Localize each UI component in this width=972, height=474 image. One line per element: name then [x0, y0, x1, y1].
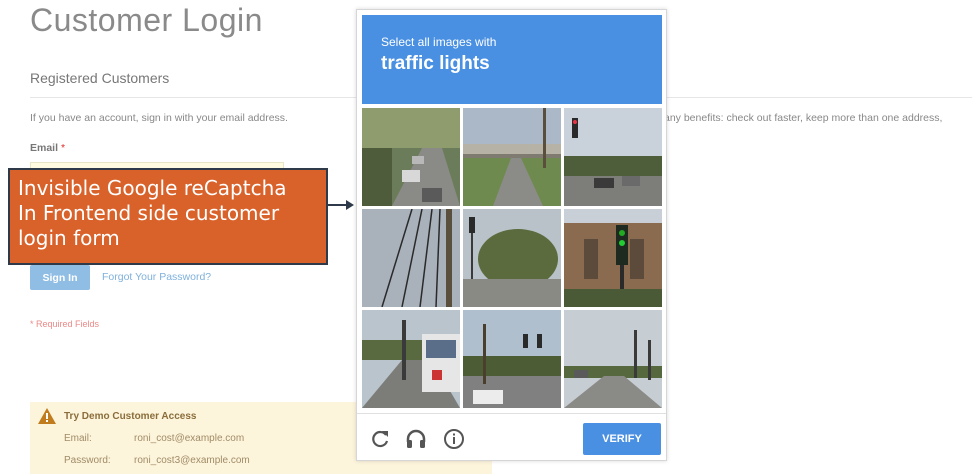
sign-in-button[interactable]: Sign In [30, 265, 90, 290]
email-label-text: Email [30, 142, 59, 154]
demo-password-value: roni_cost3@example.com [134, 455, 250, 466]
forgot-password-link[interactable]: Forgot Your Password? [102, 271, 211, 283]
required-fields-note: * Required Fields [30, 319, 100, 329]
image-tile[interactable] [564, 310, 662, 408]
intro-text-new-customers: any benefits: check out faster, keep mor… [664, 112, 943, 124]
image-tile[interactable] [463, 209, 561, 307]
demo-password-label: Password: [64, 455, 111, 466]
image-grid [362, 108, 662, 410]
required-star: * [60, 142, 66, 154]
image-tile[interactable] [463, 310, 561, 408]
demo-email-label: Email: [64, 433, 92, 444]
demo-email-value: roni_cost@example.com [134, 433, 245, 444]
demo-title: Try Demo Customer Access [64, 411, 197, 422]
captcha-header: Select all images with traffic lights [362, 15, 662, 104]
image-tile[interactable] [362, 209, 460, 307]
image-tile[interactable] [564, 209, 662, 307]
image-tile[interactable] [362, 310, 460, 408]
verify-button[interactable]: VERIFY [583, 423, 661, 455]
email-label: Email * [30, 142, 65, 154]
warning-icon [38, 408, 56, 424]
image-tile[interactable] [564, 108, 662, 206]
page-title: Customer Login [30, 2, 263, 38]
info-icon[interactable] [443, 428, 465, 450]
image-tile[interactable] [362, 108, 460, 206]
reload-icon[interactable] [369, 428, 391, 450]
intro-text: If you have an account, sign in with you… [30, 112, 288, 124]
image-tile[interactable] [463, 108, 561, 206]
captcha-footer: VERIFY [357, 413, 666, 462]
annotation-callout: Invisible Google reCaptcha In Frontend s… [8, 168, 328, 265]
audio-icon[interactable] [405, 428, 427, 450]
recaptcha-challenge: Select all images with traffic lights VE… [356, 9, 667, 461]
section-title: Registered Customers [30, 70, 170, 86]
captcha-instruction: Select all images with [381, 35, 497, 49]
captcha-target: traffic lights [381, 53, 490, 74]
arrow-right-icon [328, 200, 354, 210]
